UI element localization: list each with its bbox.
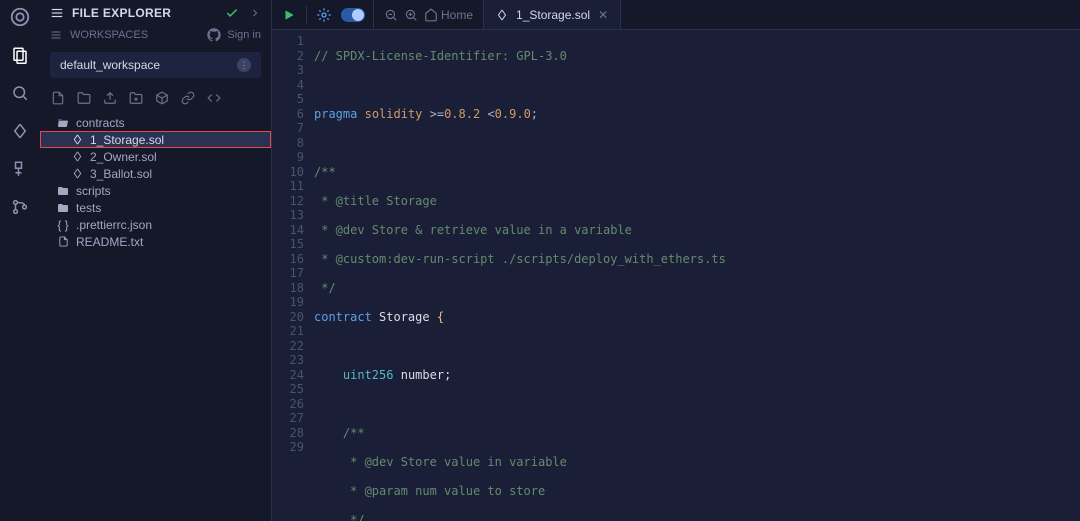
- file-toolbar: [40, 86, 271, 112]
- solidity-file-icon: [496, 9, 508, 21]
- file-1-storage[interactable]: 1_Storage.sol: [40, 131, 271, 148]
- file-label: README.txt: [76, 235, 143, 249]
- sidebar-header: FILE EXPLORER: [40, 0, 271, 24]
- solidity-file-icon: [70, 151, 84, 162]
- home-tab[interactable]: Home: [424, 8, 473, 22]
- link-icon[interactable]: [180, 90, 196, 106]
- file-prettierrc[interactable]: { } .prettierrc.json: [40, 216, 271, 233]
- remix-logo-icon[interactable]: [9, 6, 31, 28]
- workspace-select[interactable]: default_workspace ⋮: [50, 52, 261, 78]
- menu-icon[interactable]: [50, 29, 62, 41]
- toggle-switch[interactable]: [341, 8, 365, 22]
- signin-label: Sign in: [227, 29, 261, 41]
- file-label: 1_Storage.sol: [90, 133, 164, 147]
- git-icon[interactable]: [9, 196, 31, 218]
- folder-scripts[interactable]: scripts: [40, 182, 271, 199]
- folder-open-icon: [56, 117, 70, 129]
- sidebar: FILE EXPLORER WORKSPACES Sign in default…: [40, 0, 272, 521]
- folder-tests[interactable]: tests: [40, 199, 271, 216]
- line-gutter: 1234567891011121314151617181920212223242…: [272, 34, 314, 521]
- solidity-file-icon: [70, 168, 84, 179]
- run-controls: [272, 0, 374, 29]
- file-tree: contracts 1_Storage.sol 2_Owner.sol 3_Ba…: [40, 112, 271, 252]
- workspaces-row: WORKSPACES Sign in: [40, 24, 271, 46]
- text-file-icon: [56, 236, 70, 247]
- zoom-out-icon[interactable]: [384, 8, 398, 22]
- folder-icon: [56, 185, 70, 197]
- file-2-owner[interactable]: 2_Owner.sol: [40, 148, 271, 165]
- code-icon[interactable]: [206, 90, 222, 106]
- close-icon[interactable]: ✕: [598, 8, 608, 22]
- file-readme[interactable]: README.txt: [40, 233, 271, 250]
- tabbar: Home 1_Storage.sol ✕: [272, 0, 1080, 30]
- json-file-icon: { }: [56, 218, 70, 232]
- tab-label: 1_Storage.sol: [516, 8, 590, 22]
- home-label: Home: [441, 8, 473, 22]
- menu-icon[interactable]: [50, 6, 64, 20]
- workspace-name: default_workspace: [60, 58, 160, 72]
- chevron-right-icon[interactable]: [249, 7, 261, 19]
- tab-1-storage[interactable]: 1_Storage.sol ✕: [484, 0, 621, 29]
- compiler-icon[interactable]: [9, 120, 31, 142]
- file-label: .prettierrc.json: [76, 218, 152, 232]
- folder-icon: [56, 202, 70, 214]
- file-explorer-icon[interactable]: [9, 44, 31, 66]
- signin-button[interactable]: Sign in: [207, 28, 261, 42]
- solidity-file-icon: [70, 134, 84, 145]
- editor-area: Home 1_Storage.sol ✕ 1234567891011121314…: [272, 0, 1080, 521]
- github-icon: [207, 28, 221, 42]
- workspace-options-icon[interactable]: ⋮: [237, 58, 251, 72]
- code-content[interactable]: // SPDX-License-Identifier: GPL-3.0 prag…: [314, 34, 1080, 521]
- folder-label: tests: [76, 201, 101, 215]
- folder-label: contracts: [76, 116, 125, 130]
- activity-bar: [0, 0, 40, 521]
- zoom-in-icon[interactable]: [404, 8, 418, 22]
- file-3-ballot[interactable]: 3_Ballot.sol: [40, 165, 271, 182]
- check-icon[interactable]: [225, 6, 239, 20]
- cube-icon[interactable]: [154, 90, 170, 106]
- play-icon[interactable]: [280, 6, 298, 24]
- debug-icon[interactable]: [315, 6, 333, 24]
- search-icon[interactable]: [9, 82, 31, 104]
- workspaces-label: WORKSPACES: [70, 29, 148, 41]
- code-editor[interactable]: 1234567891011121314151617181920212223242…: [272, 30, 1080, 521]
- upload-icon[interactable]: [102, 90, 118, 106]
- new-folder-icon[interactable]: [76, 90, 92, 106]
- sidebar-title: FILE EXPLORER: [72, 6, 171, 20]
- folder-label: scripts: [76, 184, 111, 198]
- upload-folder-icon[interactable]: [128, 90, 144, 106]
- file-label: 3_Ballot.sol: [90, 167, 152, 181]
- zoom-home: Home: [374, 0, 484, 29]
- file-label: 2_Owner.sol: [90, 150, 157, 164]
- deploy-icon[interactable]: [9, 158, 31, 180]
- new-file-icon[interactable]: [50, 90, 66, 106]
- folder-contracts[interactable]: contracts: [40, 114, 271, 131]
